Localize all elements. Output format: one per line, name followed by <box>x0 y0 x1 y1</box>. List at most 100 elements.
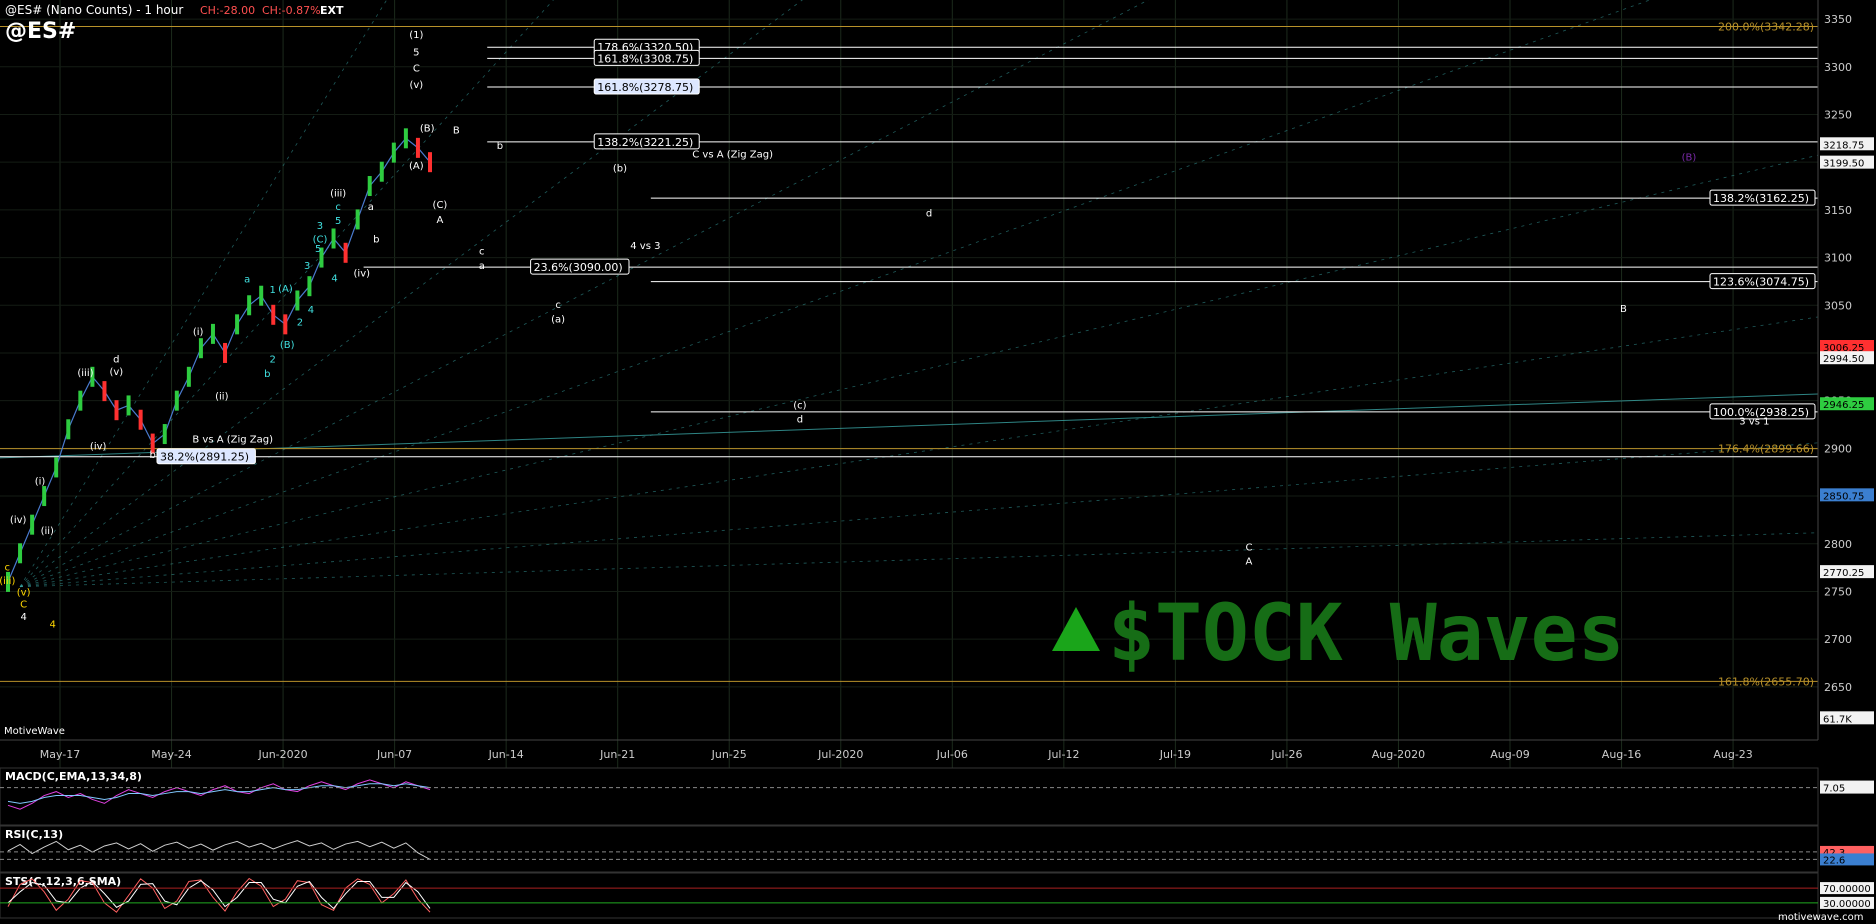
price-candle <box>186 366 191 387</box>
brand-triangle-icon <box>1052 607 1100 651</box>
price-tick-label: 3250 <box>1824 108 1852 121</box>
price-tag-label: 61.7K <box>1823 714 1852 725</box>
footer-url: motivewave.com <box>1778 912 1864 923</box>
brand-watermark: $TOCK Waves <box>1052 589 1625 679</box>
moving-average-line <box>7 137 431 583</box>
wave-label: (a) <box>551 314 565 325</box>
wave-label: (ii) <box>215 392 228 403</box>
wave-label: 5 <box>315 244 321 255</box>
session-label: EXT <box>320 4 344 17</box>
wave-label: b <box>150 450 156 461</box>
indicator-panel-bg <box>0 872 1819 919</box>
wave-label: 3 <box>304 261 310 272</box>
wave-label: b <box>373 234 379 245</box>
wave-label: (v) <box>109 367 123 378</box>
wave-label: c <box>555 300 561 311</box>
time-axis: May-17 May-24 Jun-2020 Jun-07 Jun-14 Jun-21 Ju… <box>0 739 1818 761</box>
wave-label: 4 vs 3 <box>630 241 660 252</box>
price-tick-label: 3150 <box>1824 204 1852 217</box>
price-tag-label: 2770.25 <box>1823 568 1864 579</box>
price-tick-label: 2900 <box>1824 442 1852 455</box>
wave-label: c <box>479 247 485 258</box>
price-tag-label: 2850.75 <box>1823 491 1864 502</box>
indicator-panels: MACD(C,EMA,13,34,8)7.05RSI(C,13)42.322.6… <box>0 767 1874 919</box>
wave-label: 1 <box>270 285 276 296</box>
fib-level-label: 161.8%(2655.70) <box>1718 675 1814 688</box>
price-candle <box>343 242 348 263</box>
wave-label: b <box>497 141 503 152</box>
price-candle <box>259 285 264 306</box>
price-candle <box>174 390 179 411</box>
time-tick-label: Jul-19 <box>1159 748 1191 761</box>
price-candle <box>42 486 47 507</box>
change-abs: CH:-28.00 <box>200 4 255 17</box>
time-tick-label: Jun-25 <box>711 748 747 761</box>
time-tick-label: Jun-14 <box>488 748 524 761</box>
change-pct: CH:-0.87% <box>262 4 321 17</box>
price-tag-label: 3218.75 <box>1823 140 1864 151</box>
wave-label: (iii) <box>77 368 93 379</box>
price-tick-label: 3100 <box>1824 252 1852 265</box>
fib-level-label: 200.0%(3342.28) <box>1718 20 1814 33</box>
price-candle <box>271 304 276 325</box>
chart-title: @ES# (Nano Counts) - 1 hour <box>5 3 183 17</box>
provider-label: MotiveWave <box>4 726 65 737</box>
wave-label: (A) <box>278 284 293 295</box>
wave-label: (b) <box>613 164 627 175</box>
wave-label: (C) <box>313 234 328 245</box>
wave-annotations: (1) 5 C (v) (B) (A) (C) A Bb (b) C vs A (Zig Zag) 4… <box>0 30 1769 631</box>
wave-label: A <box>1246 557 1253 568</box>
price-candle <box>114 400 119 421</box>
price-candle <box>138 409 143 430</box>
time-tick-label: Aug-23 <box>1713 748 1752 761</box>
wave-label: (B) <box>280 340 295 351</box>
wave-label: 2 <box>297 317 303 328</box>
wave-label: B <box>453 126 460 137</box>
price-candle <box>379 161 384 182</box>
price-candle <box>102 381 107 402</box>
fib-level-label: 176.4%(2899.66) <box>1718 443 1814 456</box>
wave-label: 4 <box>308 305 314 316</box>
wave-label: b <box>264 369 270 380</box>
price-tag-label: 2946.25 <box>1823 400 1864 411</box>
wave-label: 3 <box>317 221 323 232</box>
wave-label: (B) <box>420 124 435 135</box>
wave-label: (c) <box>793 400 806 411</box>
fib-level-label: 38.2%(2891.25) <box>160 451 249 464</box>
price-candle <box>428 152 432 173</box>
price-candle <box>355 209 360 230</box>
price-candle <box>30 514 35 535</box>
time-tick-label: Aug-09 <box>1490 748 1529 761</box>
fan-line <box>19 154 1821 588</box>
fan-line <box>19 316 1821 588</box>
time-tick-label: Jul-2020 <box>817 748 863 761</box>
wave-label: 4 <box>50 620 56 631</box>
wave-label: (iv) <box>90 441 107 452</box>
indicator-tag-label: 7.05 <box>1823 784 1845 795</box>
indicator-tag-label: 30.00000 <box>1823 899 1871 910</box>
price-candle <box>126 395 131 416</box>
price-tag-label: 2994.50 <box>1823 354 1864 365</box>
brand-text: $TOCK Waves <box>1108 589 1625 679</box>
wave-label: (1) <box>409 30 423 41</box>
wave-label: B <box>1620 304 1627 315</box>
price-candle <box>210 323 215 344</box>
price-tick-label: 2650 <box>1824 681 1852 694</box>
wave-label: (i) <box>35 477 46 488</box>
price-candle <box>162 424 167 445</box>
time-tick-label: May-24 <box>151 748 192 761</box>
fib-level-label: 123.6%(3074.75) <box>1713 276 1809 289</box>
price-tick-label: 3350 <box>1824 13 1852 26</box>
wave-label: (iv) <box>354 269 371 280</box>
price-candle <box>367 176 372 197</box>
time-tick-label: Jul-26 <box>1270 748 1302 761</box>
indicator-panel-bg <box>0 767 1819 826</box>
wave-label: (iii) <box>330 189 346 200</box>
price-candle <box>391 142 396 163</box>
wave-label: (iv) <box>10 515 27 526</box>
price-candle <box>223 342 228 363</box>
wave-label: (v) <box>17 587 31 598</box>
wave-label: a <box>244 274 250 285</box>
wave-label: 5 <box>413 47 419 58</box>
price-candle <box>331 228 336 249</box>
